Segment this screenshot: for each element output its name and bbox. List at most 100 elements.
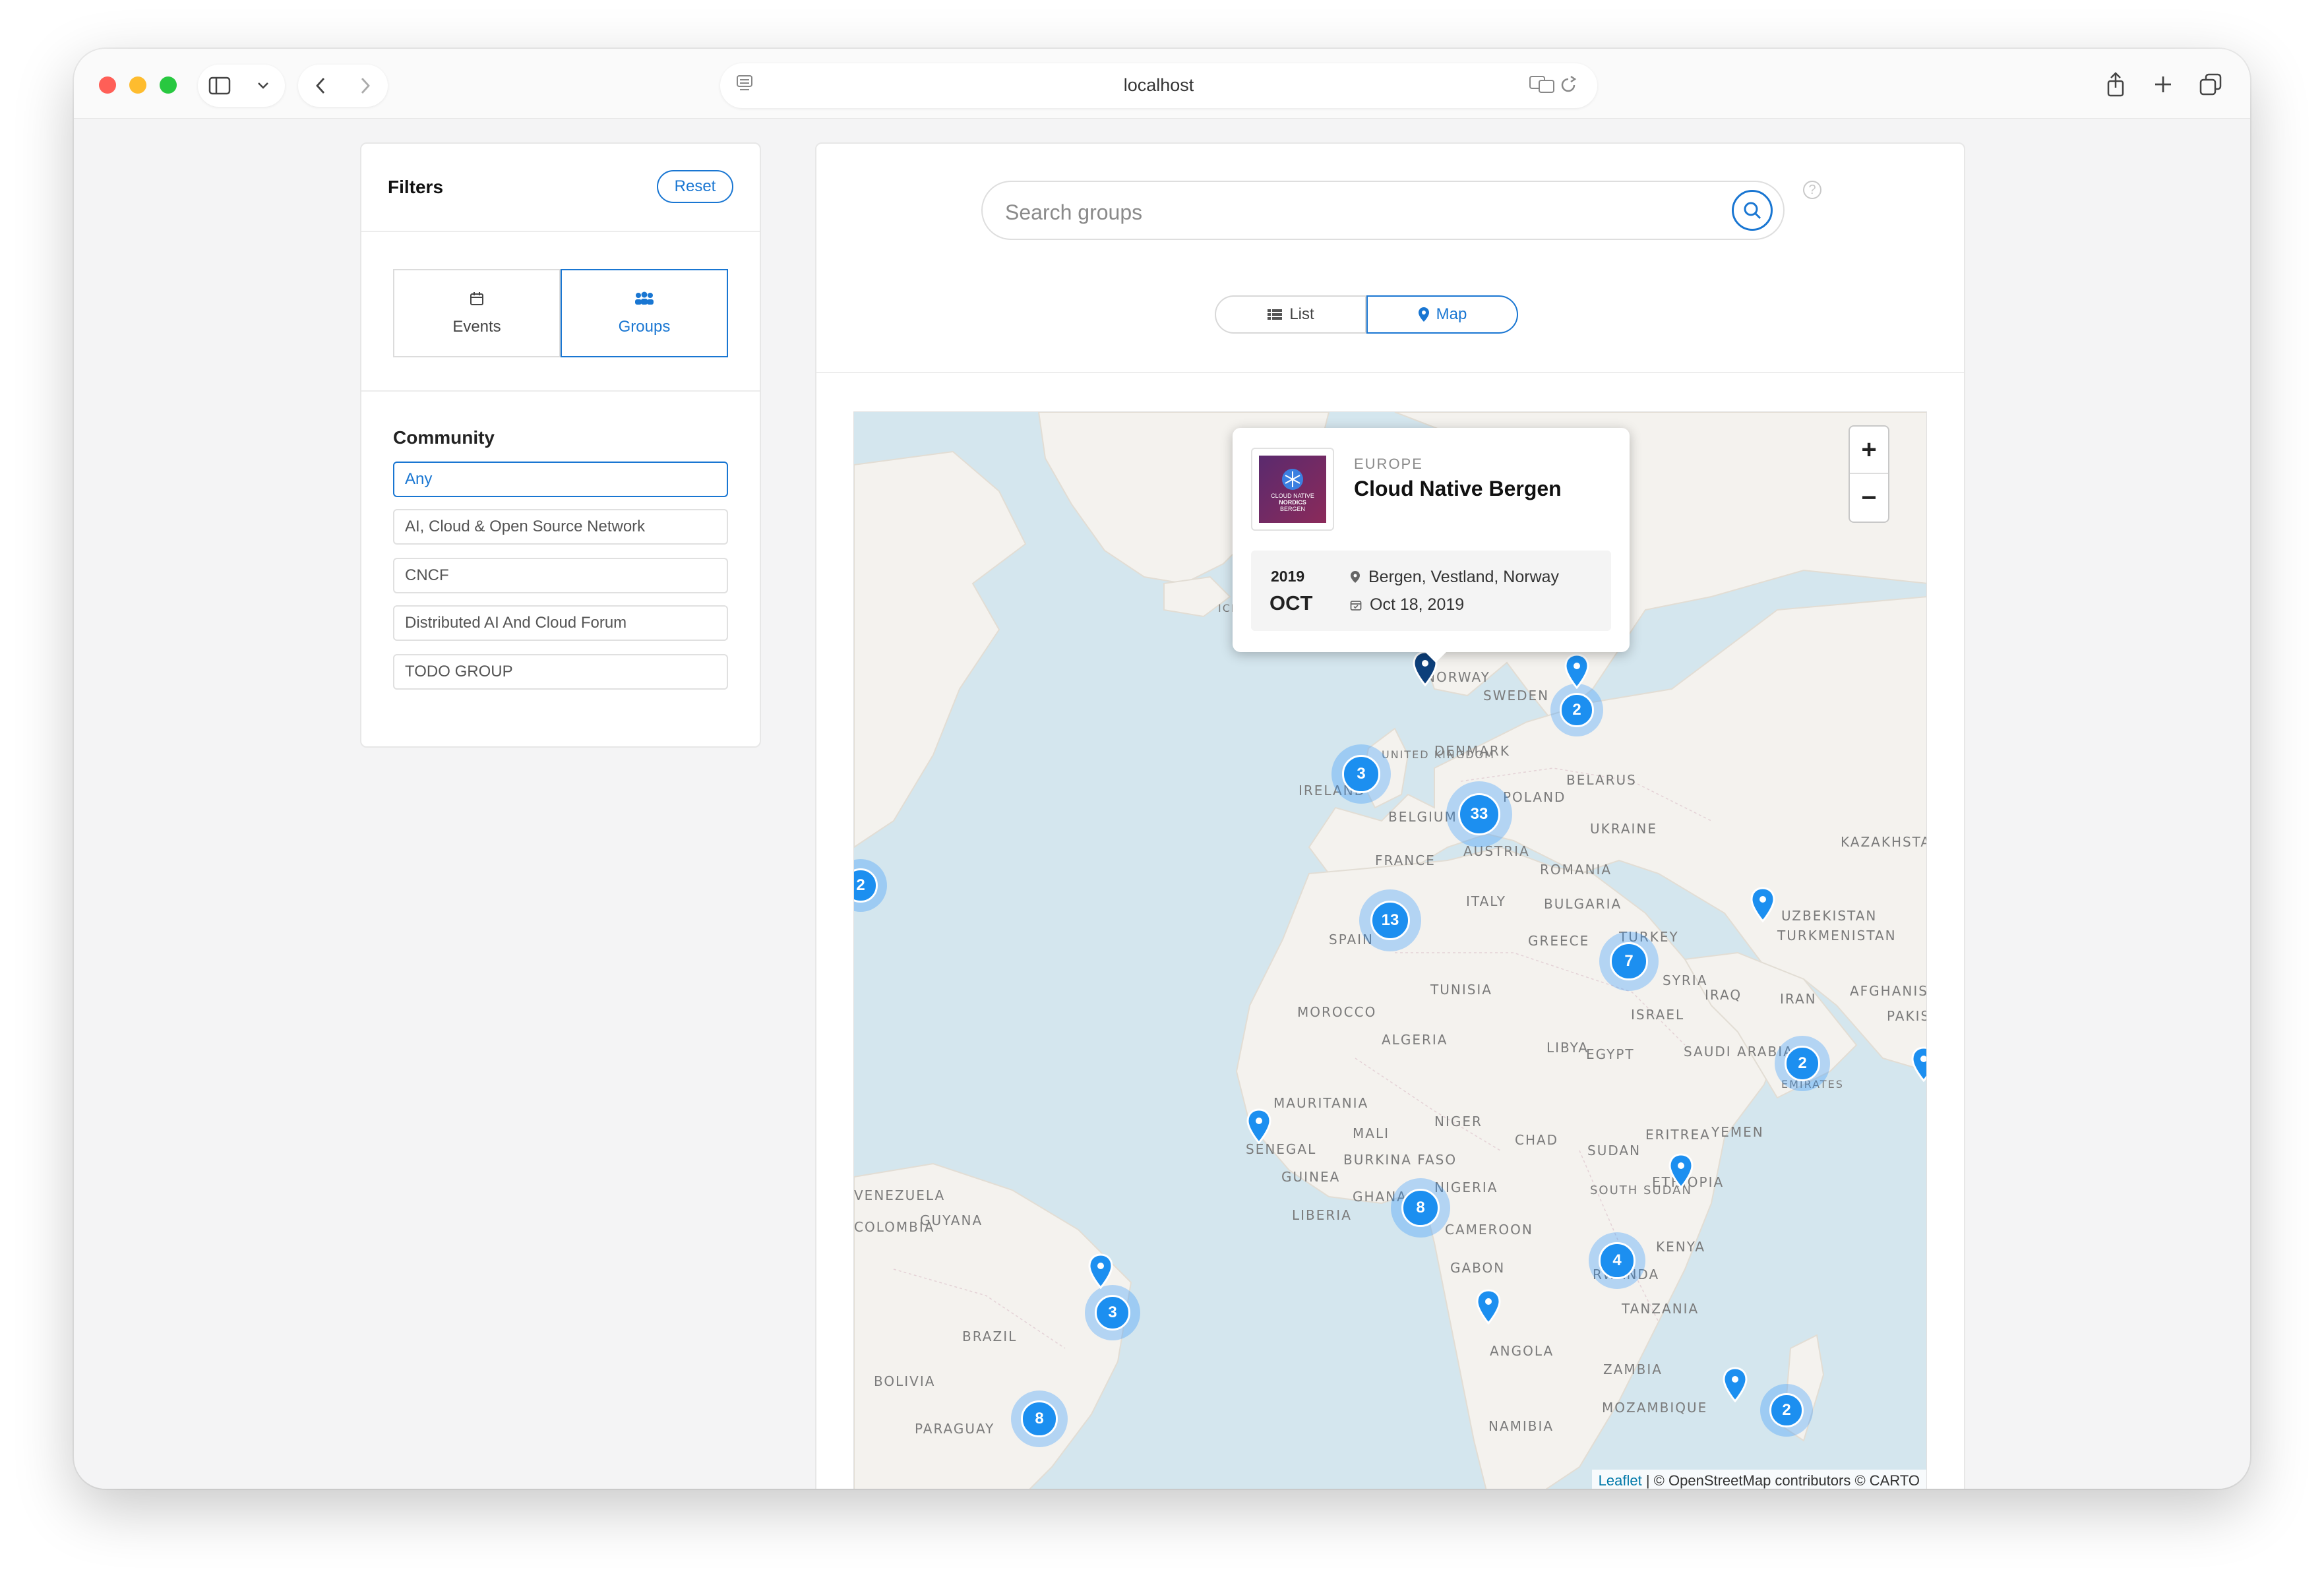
community-option-any[interactable]: Any: [393, 462, 728, 497]
minimize-window-button[interactable]: [129, 76, 146, 94]
content-divider: [816, 372, 1964, 373]
url-text: localhost: [1123, 75, 1194, 95]
navigation-group: [298, 65, 388, 107]
tab-groups[interactable]: Groups: [561, 269, 728, 357]
community-option-todo-group[interactable]: TODO GROUP: [393, 654, 728, 690]
cluster-marker[interactable]: 3: [1085, 1285, 1140, 1340]
map-label: BELARUS: [1566, 772, 1637, 788]
map-label: KAZAKHSTAN: [1841, 834, 1926, 850]
zoom-in-button[interactable]: +: [1850, 427, 1888, 474]
tab-groups-label: Groups: [618, 317, 671, 336]
users-icon: [633, 291, 656, 311]
map-label: EGYPT: [1586, 1046, 1635, 1062]
event-month: OCT: [1269, 591, 1313, 614]
map-label: BRAZIL: [962, 1329, 1018, 1344]
map-label: ISRAEL: [1631, 1007, 1685, 1023]
snowflake-icon: [1282, 469, 1303, 490]
map-marker-icon[interactable]: [1475, 1289, 1502, 1325]
list-view-button[interactable]: List: [1215, 295, 1366, 334]
forward-icon[interactable]: [346, 66, 385, 105]
group-name[interactable]: Cloud Native Bergen: [1354, 477, 1562, 501]
map-label: GABON: [1450, 1260, 1506, 1276]
map-marker-icon[interactable]: [1087, 1253, 1114, 1289]
map-label: SWEDEN: [1483, 688, 1550, 703]
map-label: VENEZUELA: [854, 1187, 946, 1203]
new-tab-icon[interactable]: [2143, 65, 2183, 104]
community-option-distributed-ai[interactable]: Distributed AI And Cloud Forum: [393, 605, 728, 641]
search-button[interactable]: [1732, 190, 1773, 231]
map-marker-icon[interactable]: [1668, 1153, 1694, 1189]
calendar-icon: [469, 291, 485, 311]
cluster-marker[interactable]: 2: [1775, 1036, 1830, 1091]
cluster-marker[interactable]: 7: [1599, 932, 1659, 991]
community-option-cncf[interactable]: CNCF: [393, 558, 728, 593]
logo-text-2: NORDICS: [1279, 499, 1306, 506]
browser-window: localhost Filters Reset Events Groups Co…: [74, 49, 2250, 1489]
close-window-button[interactable]: [99, 76, 116, 94]
map-marker-icon[interactable]: [1246, 1108, 1272, 1144]
maximize-window-button[interactable]: [160, 76, 177, 94]
tab-overview-icon[interactable]: [2191, 65, 2230, 104]
calendar-icon: [1350, 601, 1362, 611]
map-label: UKRAINE: [1590, 821, 1658, 837]
map-marker-icon[interactable]: [1750, 887, 1776, 922]
location-pin-icon: [1351, 571, 1360, 583]
community-option-ai-cloud[interactable]: AI, Cloud & Open Source Network: [393, 509, 728, 545]
events-groups-toggle: Events Groups: [393, 269, 728, 357]
attribution-text: | © OpenStreetMap contributors © CARTO: [1641, 1472, 1920, 1489]
tab-events[interactable]: Events: [393, 269, 561, 357]
event-date: Oct 18, 2019: [1350, 595, 1464, 614]
cluster-marker[interactable]: 3: [1331, 744, 1391, 804]
map-label: ITALY: [1466, 893, 1506, 909]
search-icon: [1744, 202, 1761, 220]
tab-events-label: Events: [452, 317, 501, 336]
chevron-down-icon[interactable]: [243, 66, 283, 105]
cluster-marker[interactable]: 33: [1446, 781, 1512, 847]
reset-button[interactable]: Reset: [657, 170, 733, 203]
map-marker-icon[interactable]: [1722, 1367, 1748, 1402]
cluster-marker[interactable]: 2: [1550, 684, 1603, 736]
logo-text-1: CLOUD NATIVE: [1271, 493, 1314, 499]
map-marker-icon[interactable]: [1911, 1046, 1927, 1082]
filters-divider: [361, 390, 760, 392]
map-label: ERITREA: [1645, 1127, 1711, 1143]
translate-reload-icons: [1529, 73, 1581, 100]
map-label: IRAN: [1780, 991, 1817, 1007]
map-label: MOZAMBIQUE: [1602, 1400, 1708, 1416]
map-label: BOLIVIA: [874, 1373, 936, 1389]
map-label: PARAGUAY: [915, 1421, 995, 1437]
cluster-marker[interactable]: 8: [1011, 1391, 1068, 1447]
map-label: CHAD: [1515, 1132, 1559, 1148]
help-icon[interactable]: ?: [1803, 181, 1821, 199]
map-label: IRAQ: [1705, 987, 1742, 1003]
back-icon[interactable]: [301, 66, 340, 105]
leaflet-link[interactable]: Leaflet: [1599, 1472, 1642, 1489]
group-popup: CLOUD NATIVE NORDICS BERGEN EUROPE Cloud…: [1233, 428, 1630, 663]
map-label: PAKISTAN: [1887, 1008, 1926, 1024]
filters-title: Filters: [388, 177, 444, 197]
address-bar[interactable]: localhost: [720, 63, 1597, 108]
search-input[interactable]: Search groups: [1005, 200, 1142, 225]
sidebar-toggle-group: [198, 65, 285, 107]
cluster-marker[interactable]: 13: [1359, 889, 1421, 951]
map-label: GREECE: [1528, 933, 1590, 949]
logo-text-3: BERGEN: [1279, 506, 1305, 512]
map-label: CAMEROON: [1445, 1222, 1533, 1238]
cluster-marker[interactable]: 4: [1589, 1232, 1645, 1289]
zoom-out-button[interactable]: −: [1850, 474, 1888, 522]
map-label: YEMEN: [1711, 1124, 1764, 1140]
event-year: 2019: [1271, 568, 1305, 585]
map-label: TANZANIA: [1622, 1301, 1699, 1317]
community-title: Community: [393, 427, 495, 448]
map-marker-icon[interactable]: [1564, 653, 1590, 689]
cluster-marker[interactable]: 8: [1391, 1178, 1450, 1238]
sidebar-icon[interactable]: [200, 66, 239, 105]
event-location: Bergen, Vestland, Norway: [1350, 568, 1559, 587]
share-icon[interactable]: [2096, 65, 2135, 104]
map-label: POLAND: [1503, 789, 1566, 805]
groups-map[interactable]: NORWAY SWEDEN DENMARK IRELAND UNITED KIN…: [853, 411, 1927, 1489]
cluster-marker[interactable]: 2: [1760, 1384, 1813, 1437]
map-label: NIGER: [1434, 1114, 1483, 1129]
map-view-button[interactable]: Map: [1366, 295, 1518, 334]
filters-header: Filters Reset: [361, 144, 760, 232]
